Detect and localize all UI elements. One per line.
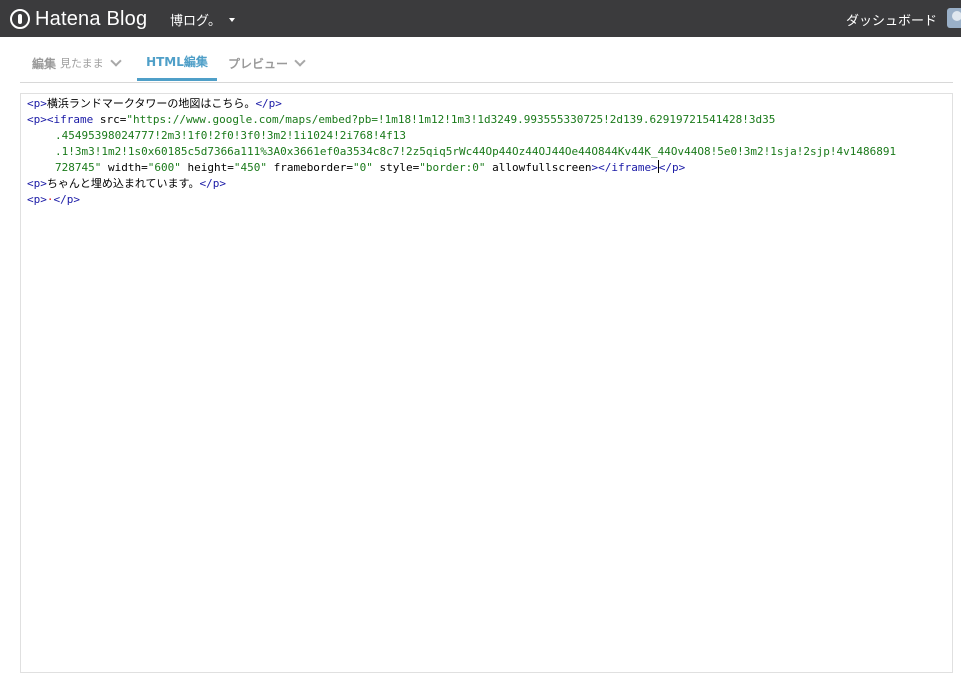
code-line: .1!3m3!1m2!1s0x60185c5d7366a111%3A0x3661… <box>27 144 947 160</box>
tag: </p> <box>658 161 686 174</box>
tag: <p> <box>27 193 47 206</box>
code-line: <p>·</p> <box>27 192 947 208</box>
tag: <p> <box>27 97 47 110</box>
html-code-editor[interactable]: <p>横浜ランドマークタワーの地図はこちら。</p> <p><iframe sr… <box>20 93 953 673</box>
attribute: height= <box>180 161 234 174</box>
tab-preview[interactable]: プレビュー <box>228 45 306 81</box>
text: 横浜ランドマークタワーの地図はこちら。 <box>46 97 256 110</box>
attribute: allowfullscreen <box>485 161 592 174</box>
tag: </p> <box>199 177 226 190</box>
tab-edit-mode: 見たまま <box>60 57 104 70</box>
blog-name: 博ログ。 <box>170 14 221 29</box>
tab-edit[interactable]: 編集 見たまま <box>32 45 122 81</box>
tag: ></iframe> <box>591 161 658 174</box>
chevron-down-icon <box>294 55 306 67</box>
string: "border:0" <box>419 161 486 174</box>
tag: <p><iframe <box>27 113 94 126</box>
whitespace-marker: · <box>46 193 54 206</box>
tag: </p> <box>53 193 81 206</box>
tab-edit-label: 編集 <box>32 56 57 71</box>
code-line: <p>ちゃんと埋め込まれています。</p> <box>27 176 947 192</box>
code-line: <p><iframe src="https://www.google.com/m… <box>27 112 947 128</box>
code-line: 728745" width="600" height="450" framebo… <box>27 160 947 176</box>
string: .45495398024777!2m3!1f0!2f0!3f0!3m2!1i10… <box>55 129 406 142</box>
attribute: src= <box>93 113 127 126</box>
blog-selector[interactable]: 博ログ。 <box>170 10 235 29</box>
code-content: <p>横浜ランドマークタワーの地図はこちら。</p> <p><iframe sr… <box>27 96 947 208</box>
string: "https://www.google.com/maps/embed?pb=!1… <box>126 113 776 126</box>
string: "600" <box>147 161 181 174</box>
string: .1!3m3!1m2!1s0x60185c5d7366a111%3A0x3661… <box>55 145 897 158</box>
hatena-logo-icon <box>10 9 30 29</box>
hatena-blog-logo[interactable]: Hatena Blog <box>10 7 147 31</box>
avatar[interactable] <box>947 8 961 28</box>
caret-down-icon <box>228 17 235 22</box>
code-line: .45495398024777!2m3!1f0!2f0!3f0!3m2!1i10… <box>27 128 947 144</box>
attribute: style= <box>372 161 420 174</box>
attribute: width= <box>101 161 148 174</box>
tag: </p> <box>255 97 282 110</box>
chevron-down-icon <box>110 55 122 67</box>
tag: <p> <box>27 177 47 190</box>
logo-text: Hatena Blog <box>35 7 148 30</box>
attribute: frameborder= <box>266 161 354 174</box>
tab-html-label: HTML編集 <box>146 55 208 69</box>
editor-tabs: 編集 見たまま HTML編集 プレビュー <box>20 45 953 83</box>
dashboard-link[interactable]: ダッシュボード <box>846 10 937 29</box>
code-line: <p>横浜ランドマークタワーの地図はこちら。</p> <box>27 96 947 112</box>
tab-html-edit[interactable]: HTML編集 <box>137 45 217 81</box>
text: ちゃんと埋め込まれています。 <box>46 177 200 190</box>
top-bar: Hatena Blog 博ログ。 ダッシュボード <box>0 0 961 37</box>
string: "450" <box>233 161 267 174</box>
tab-preview-label: プレビュー <box>228 56 289 71</box>
string: "0" <box>353 161 373 174</box>
string: 728745" <box>55 161 102 174</box>
